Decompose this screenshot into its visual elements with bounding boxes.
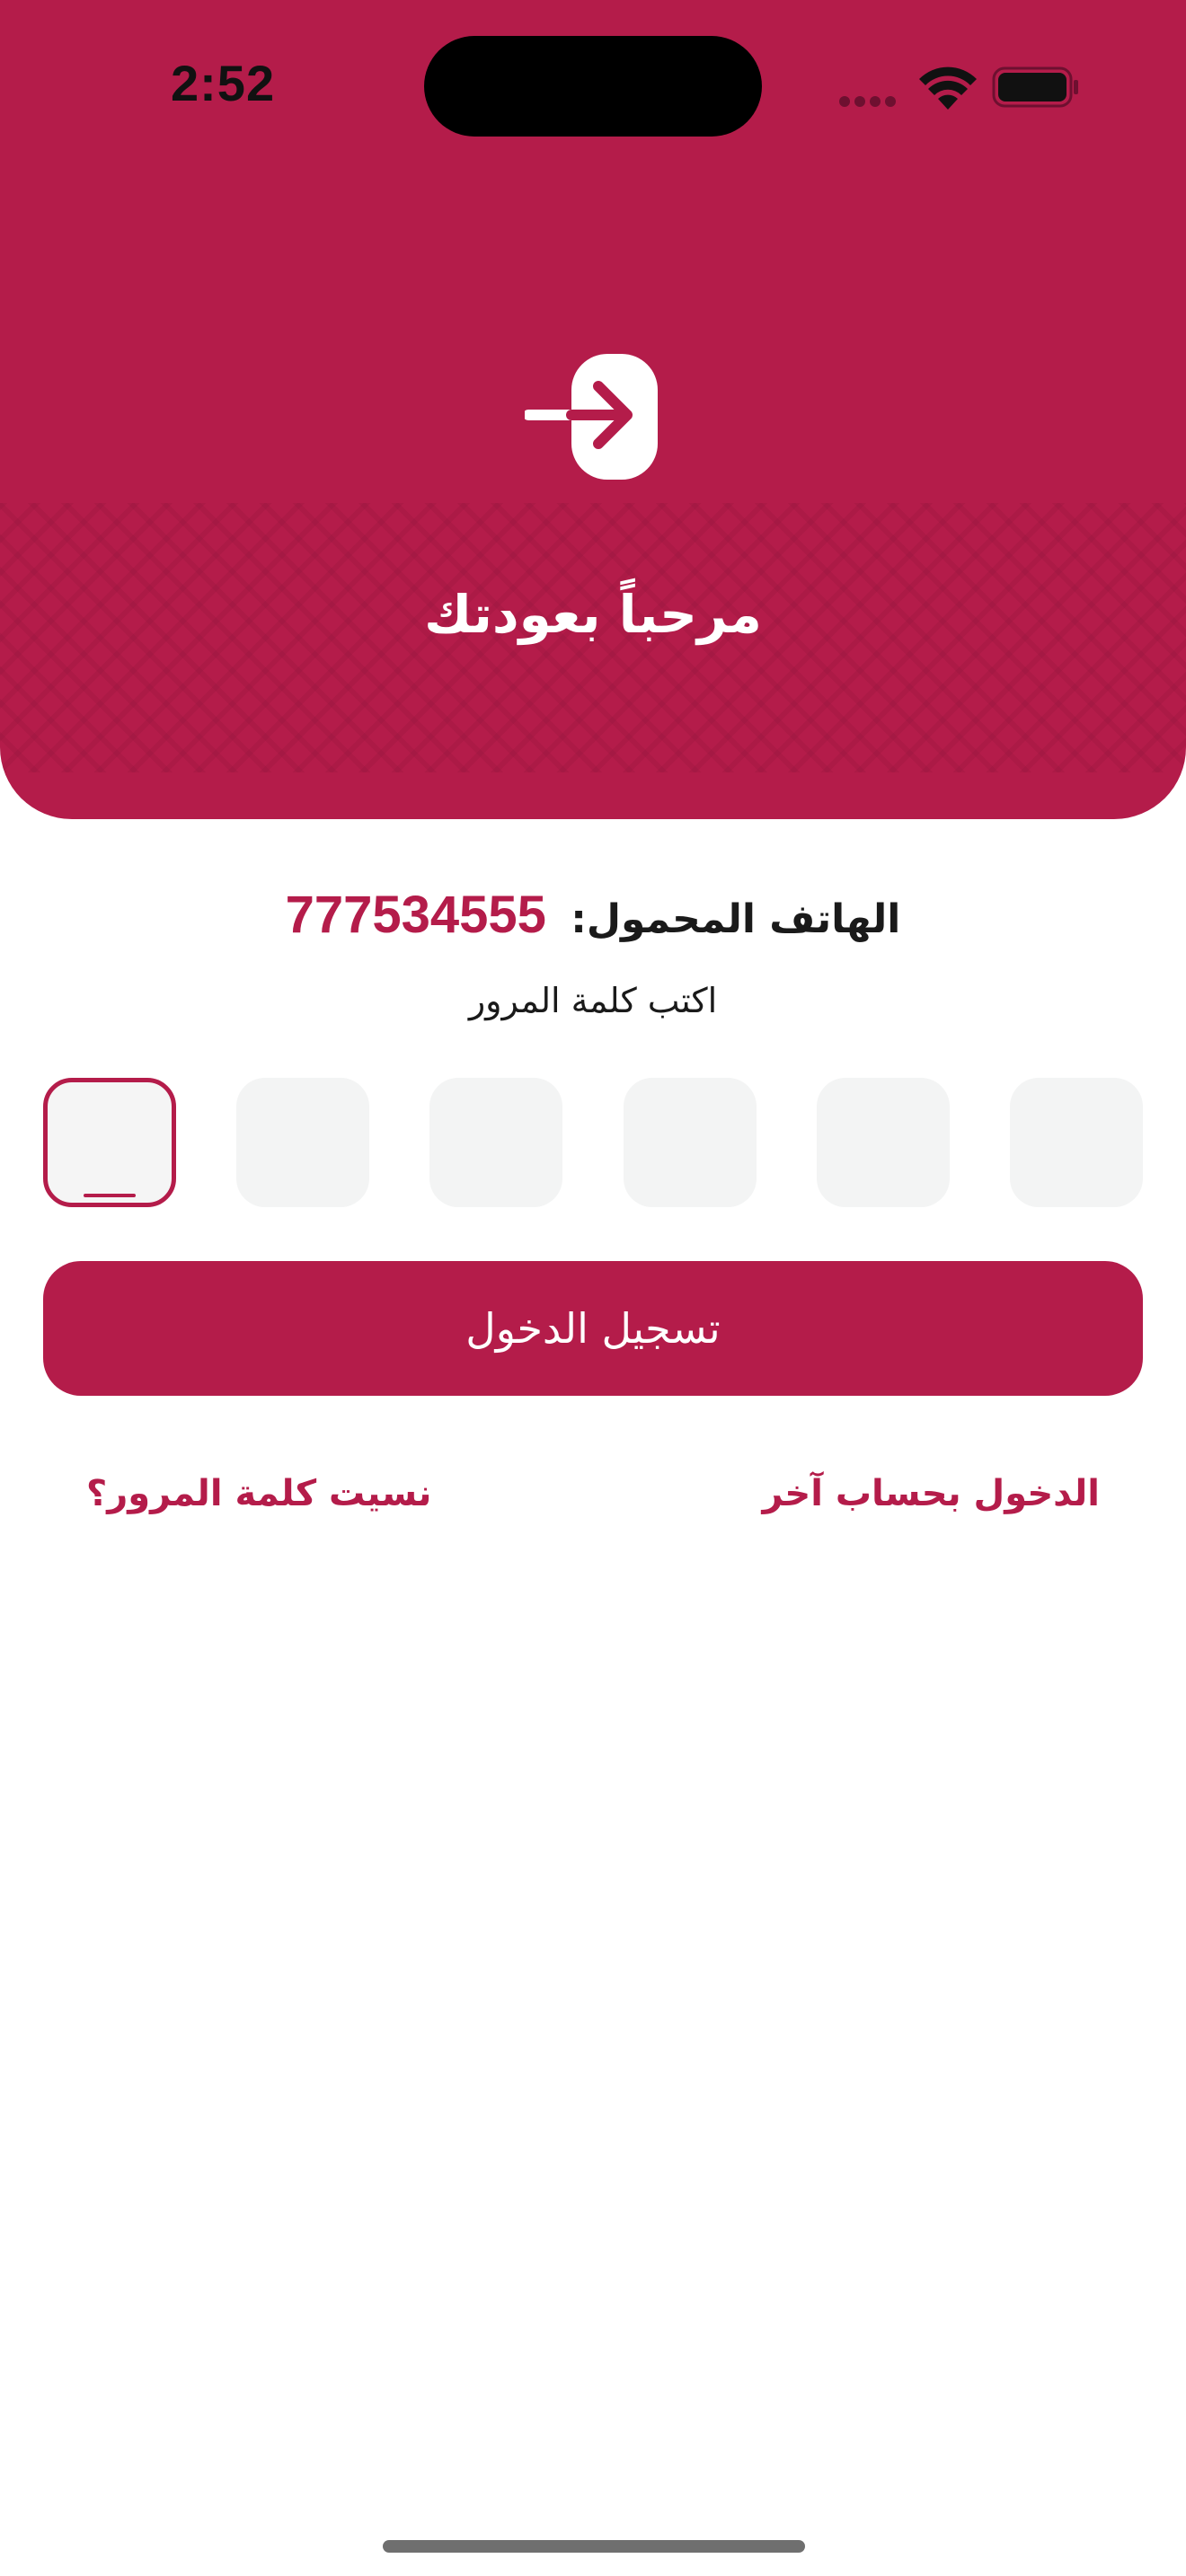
- pin-digit-box-2[interactable]: [816, 1078, 950, 1207]
- dynamic-island: [424, 36, 762, 137]
- other-account-link[interactable]: الدخول بحساب آخر: [763, 1473, 1101, 1514]
- login-button[interactable]: تسجيل الدخول: [43, 1261, 1143, 1396]
- cellular-signal-icon: [839, 93, 902, 107]
- pin-digit-box-4[interactable]: [429, 1078, 563, 1207]
- password-prompt: اكتب كلمة المرور: [468, 981, 718, 1020]
- phone-line: الهاتف المحمول: 777534555: [0, 885, 1186, 945]
- text-cursor: [84, 1194, 136, 1197]
- forgot-password-link[interactable]: نسيت كلمة المرور؟: [86, 1473, 431, 1514]
- pin-digit-box-6[interactable]: [43, 1078, 176, 1207]
- pin-digit-box-1[interactable]: [1009, 1078, 1143, 1207]
- password-pin-input: [43, 1078, 1143, 1207]
- header-banner: 2:52 مرحباً بعودتك: [0, 0, 1186, 819]
- status-time: 2:52: [171, 55, 276, 111]
- wifi-icon: [919, 66, 977, 110]
- phone-number: 777534555: [285, 886, 546, 944]
- pin-digit-box-5[interactable]: [236, 1078, 370, 1207]
- status-bar: 2:52: [0, 0, 1186, 171]
- pin-digit-box-3[interactable]: [623, 1078, 757, 1207]
- home-indicator[interactable]: [383, 2540, 805, 2553]
- phone-label: الهاتف المحمول:: [571, 896, 901, 942]
- login-arrow-icon: [525, 354, 658, 480]
- battery-icon: [992, 66, 1078, 108]
- welcome-title: مرحباً بعودتك: [424, 584, 762, 645]
